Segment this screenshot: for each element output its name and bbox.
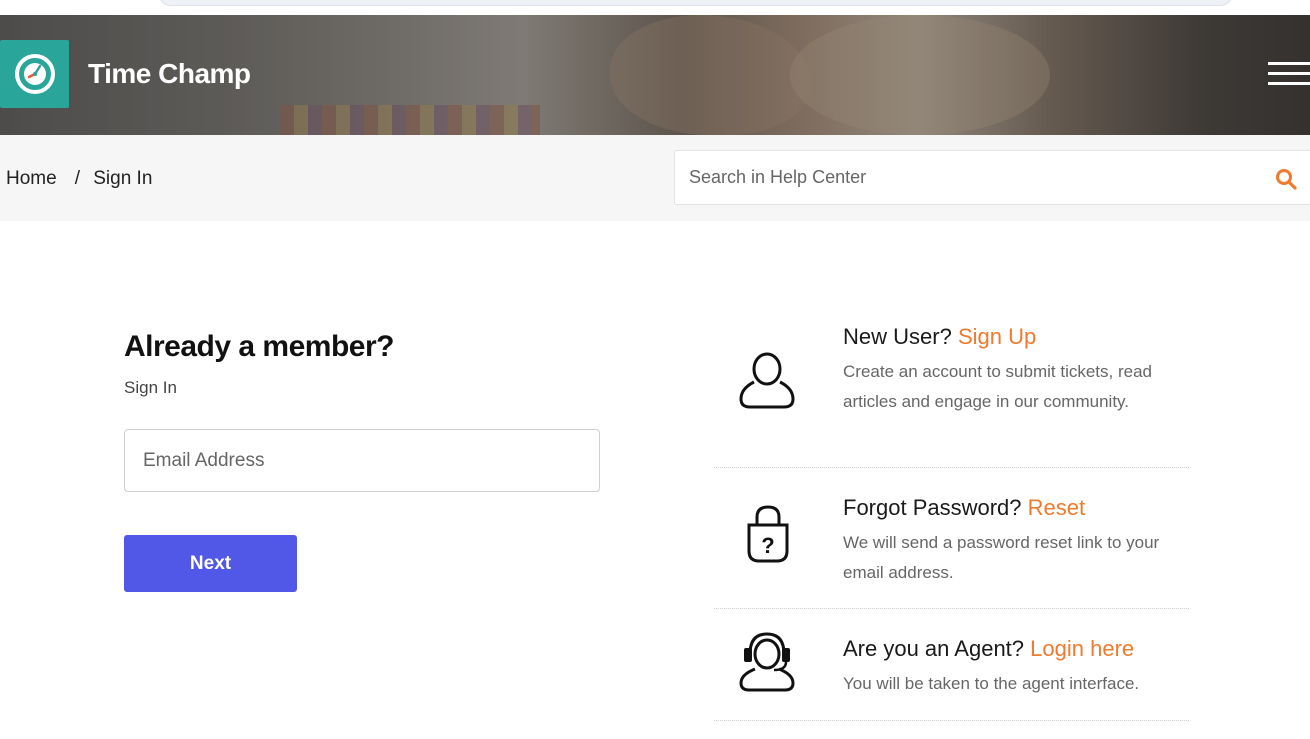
option-signup-title: New User? Sign Up xyxy=(843,324,1036,350)
menu-line xyxy=(1268,62,1310,65)
breadcrumb-separator: / Sign In xyxy=(75,168,153,190)
user-icon xyxy=(739,352,795,409)
address-bar-edge xyxy=(158,0,1233,6)
login-subheading: Sign In xyxy=(124,378,177,397)
option-agent-description: You will be taken to the agent interface… xyxy=(843,674,1140,693)
separator-glyph: / xyxy=(74,168,80,189)
option-reset-description: We will send a password reset link to yo… xyxy=(843,533,1160,582)
divider xyxy=(714,608,1189,609)
login-heading: Already a member? xyxy=(124,330,394,363)
breadcrumb: Home / Sign In xyxy=(6,168,152,190)
signup-link[interactable]: Sign Up xyxy=(958,324,1036,349)
search-box xyxy=(674,150,1310,205)
clock-icon xyxy=(14,54,55,94)
headset-agent-icon xyxy=(739,632,795,692)
brand-logo[interactable] xyxy=(0,40,69,108)
hamburger-menu-icon[interactable] xyxy=(1268,62,1310,88)
search-icon[interactable] xyxy=(1274,167,1298,191)
next-button[interactable]: Next xyxy=(124,535,297,592)
agent-login-link[interactable]: Login here xyxy=(1030,636,1134,661)
breadcrumb-current: Sign In xyxy=(93,168,153,189)
option-reset-title: Forgot Password? Reset xyxy=(843,495,1085,521)
reset-link[interactable]: Reset xyxy=(1028,495,1085,520)
option-title-text: Are you an Agent? xyxy=(843,636,1025,661)
lock-question-icon: ? xyxy=(747,505,789,563)
option-title-text: Forgot Password? xyxy=(843,495,1022,520)
brand-name[interactable]: Time Champ xyxy=(88,58,251,90)
divider xyxy=(714,467,1189,468)
divider xyxy=(714,720,1189,721)
menu-line xyxy=(1268,72,1310,75)
svg-text:?: ? xyxy=(761,533,774,558)
option-agent-title: Are you an Agent? Login here xyxy=(843,636,1134,662)
browser-top-strip xyxy=(0,0,1310,15)
option-signup-description: Create an account to submit tickets, rea… xyxy=(843,362,1152,411)
email-field[interactable] xyxy=(124,429,600,492)
breadcrumb-home-link[interactable]: Home xyxy=(6,168,57,190)
option-title-text: New User? xyxy=(843,324,952,349)
menu-line xyxy=(1268,82,1310,85)
search-input[interactable] xyxy=(689,151,1249,204)
